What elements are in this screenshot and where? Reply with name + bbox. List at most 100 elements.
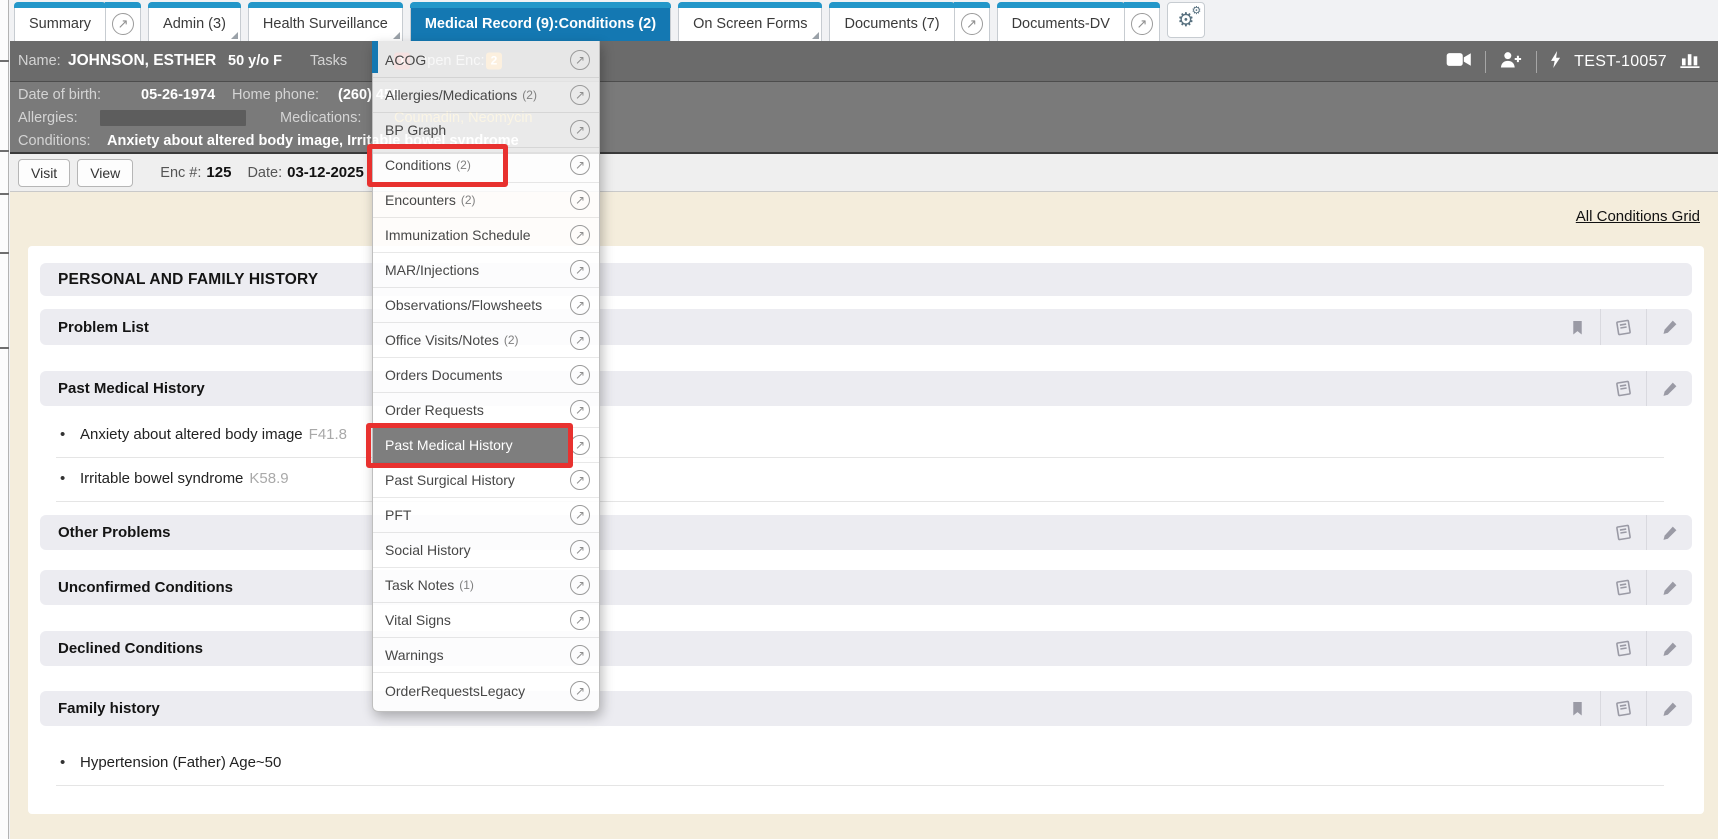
menu-item-office-visits-notes[interactable]: Office Visits/Notes(2): [373, 323, 599, 358]
section-actions: [1554, 309, 1692, 345]
popout-arrow-icon[interactable]: [570, 330, 590, 350]
book-icon[interactable]: [1600, 309, 1646, 345]
popout-arrow-icon[interactable]: [570, 260, 590, 280]
tab-bar: Summary Admin (3) Health Surveillance Me…: [14, 0, 1205, 41]
tab-admin[interactable]: Admin (3): [148, 2, 241, 41]
popout-arrow-icon[interactable]: [570, 575, 590, 595]
section-title: Other Problems: [58, 524, 171, 541]
popout-arrow-icon[interactable]: [570, 120, 590, 140]
video-camera-icon[interactable]: [1446, 52, 1472, 72]
patient-age-sex: 50 y/o F: [228, 53, 282, 69]
add-person-icon[interactable]: [1499, 51, 1523, 73]
popout-arrow-icon[interactable]: [570, 365, 590, 385]
popout-arrow-icon[interactable]: [570, 400, 590, 420]
popout-arrow-icon: [961, 13, 983, 35]
pencil-icon[interactable]: [1646, 309, 1692, 345]
enc-value: 125: [206, 164, 231, 181]
pmh-item: Anxiety about altered body imageF41.8: [56, 418, 1664, 458]
section-title: Problem List: [58, 319, 149, 336]
tab-on-screen-forms[interactable]: On Screen Forms: [678, 2, 822, 41]
popout-arrow-icon[interactable]: [570, 681, 590, 701]
popout-arrow-icon[interactable]: [570, 610, 590, 630]
tab-on-screen-forms-label: On Screen Forms: [693, 16, 807, 32]
menu-item-bp-graph[interactable]: BP Graph: [373, 113, 599, 148]
tab-documents[interactable]: Documents (7): [829, 2, 954, 41]
menu-item-observations-flowsheets[interactable]: Observations/Flowsheets: [373, 288, 599, 323]
gutter-tick: [0, 150, 9, 152]
tasks-label[interactable]: Tasks: [310, 53, 347, 69]
popout-arrow-icon[interactable]: [570, 295, 590, 315]
menu-item-orderrequestslegacy[interactable]: OrderRequestsLegacy: [373, 673, 599, 708]
left-splitter[interactable]: [0, 0, 9, 839]
patient-name: JOHNSON, ESTHER: [68, 52, 216, 70]
pencil-icon[interactable]: [1646, 570, 1692, 605]
menu-item-acog[interactable]: ACOG: [373, 43, 599, 78]
tab-group-summary: Summary: [14, 0, 141, 41]
tab-documents-dv-popout[interactable]: [1124, 2, 1160, 41]
icd-code: K58.9: [249, 470, 288, 487]
tab-summary[interactable]: Summary: [14, 2, 106, 41]
book-icon[interactable]: [1600, 515, 1646, 550]
divider: [1536, 51, 1537, 73]
menu-item-past-surgical-history[interactable]: Past Surgical History: [373, 463, 599, 498]
popout-arrow-icon[interactable]: [570, 505, 590, 525]
menu-item-mar-injections[interactable]: MAR/Injections: [373, 253, 599, 288]
bookmark-icon[interactable]: [1554, 691, 1600, 726]
bookmark-icon[interactable]: [1554, 309, 1600, 345]
menu-item-conditions[interactable]: Conditions(2): [373, 148, 599, 183]
tab-health-surveillance[interactable]: Health Surveillance: [248, 2, 403, 41]
pencil-icon[interactable]: [1646, 691, 1692, 726]
book-icon[interactable]: [1600, 631, 1646, 666]
section-actions: [1600, 371, 1692, 406]
menu-item-vital-signs[interactable]: Vital Signs: [373, 603, 599, 638]
menu-item-task-notes[interactable]: Task Notes(1): [373, 568, 599, 603]
menu-item-immunization-schedule[interactable]: Immunization Schedule: [373, 218, 599, 253]
popout-arrow-icon[interactable]: [570, 50, 590, 70]
book-icon[interactable]: [1600, 570, 1646, 605]
name-label: Name:: [18, 53, 61, 69]
visit-button[interactable]: Visit: [18, 159, 70, 187]
chart-stats-icon[interactable]: [1680, 51, 1702, 73]
section-problem-list: Problem List: [40, 309, 1692, 345]
menu-item-order-requests[interactable]: Order Requests: [373, 393, 599, 428]
book-icon[interactable]: [1600, 691, 1646, 726]
tab-documents-dv[interactable]: Documents-DV: [997, 2, 1125, 41]
tab-settings-button[interactable]: [1167, 2, 1205, 38]
pencil-icon[interactable]: [1646, 631, 1692, 666]
medical-record-dropdown: ACOG Allergies/Medications(2) BP Graph C…: [372, 41, 600, 712]
popout-arrow-icon[interactable]: [570, 225, 590, 245]
popout-arrow-icon[interactable]: [570, 435, 590, 455]
medications-label: Medications:: [280, 110, 361, 126]
section-title: Declined Conditions: [58, 640, 203, 657]
section-other-problems: Other Problems: [40, 515, 1692, 550]
popout-arrow-icon[interactable]: [570, 540, 590, 560]
tab-group-documents: Documents (7): [829, 0, 989, 41]
gutter-tick: [0, 347, 9, 349]
tab-medical-record[interactable]: Medical Record (9):Conditions (2): [410, 2, 671, 41]
popout-arrow-icon[interactable]: [570, 190, 590, 210]
section-title: PERSONAL AND FAMILY HISTORY: [58, 271, 318, 289]
lightning-bolt-icon[interactable]: [1550, 51, 1561, 73]
section-title: Unconfirmed Conditions: [58, 579, 233, 596]
menu-item-warnings[interactable]: Warnings: [373, 638, 599, 673]
menu-item-pft[interactable]: PFT: [373, 498, 599, 533]
popout-arrow-icon[interactable]: [570, 85, 590, 105]
all-conditions-grid-link[interactable]: All Conditions Grid: [1576, 208, 1700, 225]
tab-summary-popout[interactable]: [105, 2, 141, 41]
pencil-icon[interactable]: [1646, 515, 1692, 550]
gutter-tick: [0, 60, 9, 62]
tab-documents-popout[interactable]: [954, 2, 990, 41]
view-button[interactable]: View: [77, 159, 133, 187]
pencil-icon[interactable]: [1646, 371, 1692, 406]
menu-item-allergies-medications[interactable]: Allergies/Medications(2): [373, 78, 599, 113]
book-icon[interactable]: [1600, 371, 1646, 406]
menu-item-orders-documents[interactable]: Orders Documents: [373, 358, 599, 393]
menu-item-past-medical-history[interactable]: Past Medical History: [373, 428, 599, 463]
tab-documents-dv-label: Documents-DV: [1012, 16, 1110, 32]
menu-item-encounters[interactable]: Encounters(2): [373, 183, 599, 218]
popout-arrow-icon[interactable]: [570, 470, 590, 490]
popout-arrow-icon[interactable]: [570, 645, 590, 665]
menu-item-social-history[interactable]: Social History: [373, 533, 599, 568]
popout-arrow-icon[interactable]: [570, 155, 590, 175]
section-title: Past Medical History: [58, 380, 205, 397]
